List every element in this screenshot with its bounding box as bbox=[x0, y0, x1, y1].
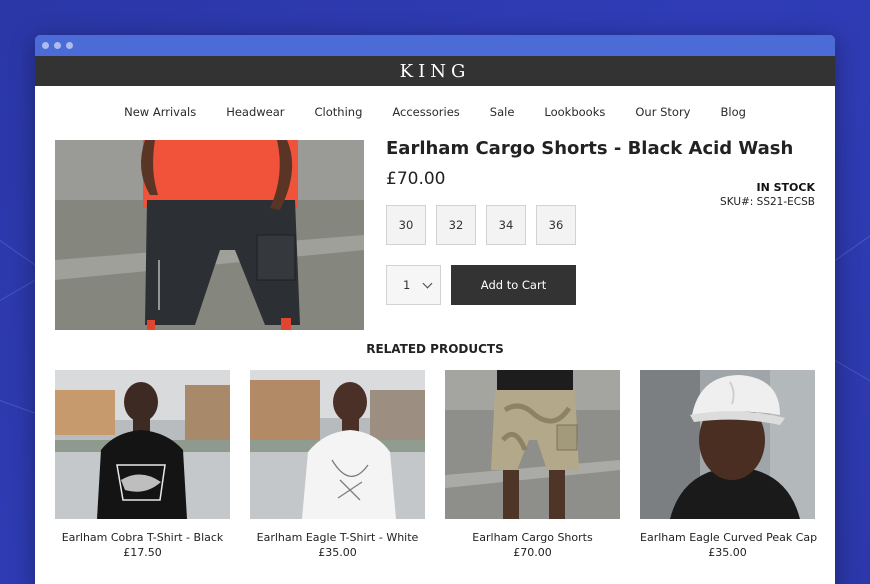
nav-our-story[interactable]: Our Story bbox=[635, 105, 690, 119]
related-product-price: £35.00 bbox=[318, 546, 357, 559]
product-photo bbox=[55, 140, 364, 330]
chevron-down-icon bbox=[422, 278, 433, 289]
product-image[interactable] bbox=[55, 140, 364, 330]
related-product-card[interactable]: Earlham Eagle T-Shirt - White £35.00 bbox=[250, 370, 425, 559]
window-dot-2[interactable] bbox=[54, 42, 61, 49]
related-product-price: £17.50 bbox=[123, 546, 162, 559]
product-title: Earlham Cargo Shorts - Black Acid Wash bbox=[386, 138, 794, 159]
related-product-price: £70.00 bbox=[513, 546, 552, 559]
related-product-card[interactable]: Earlham Cobra T-Shirt - Black £17.50 bbox=[55, 370, 230, 559]
product-sku: SKU#: SS21-ECSB bbox=[720, 196, 815, 208]
main-nav: New Arrivals Headwear Clothing Accessori… bbox=[35, 86, 835, 138]
related-product-image[interactable] bbox=[250, 370, 425, 519]
product-detail: Earlham Cargo Shorts - Black Acid Wash £… bbox=[35, 138, 835, 333]
brand-logo[interactable]: KING bbox=[400, 61, 471, 82]
related-products: Earlham Cobra T-Shirt - Black £17.50 Ear… bbox=[35, 370, 835, 559]
related-product-name[interactable]: Earlham Eagle T-Shirt - White bbox=[250, 531, 425, 544]
brand-bar: KING bbox=[35, 56, 835, 86]
size-option-30[interactable]: 30 bbox=[386, 205, 426, 245]
nav-blog[interactable]: Blog bbox=[720, 105, 745, 119]
size-option-36[interactable]: 36 bbox=[536, 205, 576, 245]
quantity-value: 1 bbox=[403, 278, 411, 292]
nav-headwear[interactable]: Headwear bbox=[226, 105, 284, 119]
related-product-name[interactable]: Earlham Cargo Shorts bbox=[445, 531, 620, 544]
nav-lookbooks[interactable]: Lookbooks bbox=[544, 105, 605, 119]
related-product-name[interactable]: Earlham Cobra T-Shirt - Black bbox=[55, 531, 230, 544]
related-products-heading: RELATED PRODUCTS bbox=[366, 342, 504, 356]
related-product-card[interactable]: Earlham Eagle Curved Peak Cap £35.00 bbox=[640, 370, 817, 559]
add-to-cart-button[interactable]: Add to Cart bbox=[451, 265, 576, 305]
stock-status: IN STOCK bbox=[756, 181, 815, 194]
browser-window: KING New Arrivals Headwear Clothing Acce… bbox=[35, 35, 835, 584]
related-product-card[interactable]: Earlham Cargo Shorts £70.00 bbox=[445, 370, 620, 559]
nav-new-arrivals[interactable]: New Arrivals bbox=[124, 105, 196, 119]
window-titlebar bbox=[35, 35, 835, 56]
related-product-price: £35.00 bbox=[708, 546, 747, 559]
window-dot-1[interactable] bbox=[42, 42, 49, 49]
related-product-name[interactable]: Earlham Eagle Curved Peak Cap bbox=[640, 531, 817, 544]
size-option-34[interactable]: 34 bbox=[486, 205, 526, 245]
size-option-32[interactable]: 32 bbox=[436, 205, 476, 245]
nav-clothing[interactable]: Clothing bbox=[315, 105, 363, 119]
related-product-image[interactable] bbox=[640, 370, 815, 519]
quantity-select[interactable]: 1 bbox=[386, 265, 441, 305]
window-dot-3[interactable] bbox=[66, 42, 73, 49]
nav-sale[interactable]: Sale bbox=[490, 105, 515, 119]
related-product-image[interactable] bbox=[445, 370, 620, 519]
product-price: £70.00 bbox=[386, 169, 446, 189]
related-product-image[interactable] bbox=[55, 370, 230, 519]
nav-accessories[interactable]: Accessories bbox=[392, 105, 459, 119]
size-selector: 30 32 34 36 bbox=[386, 205, 576, 245]
